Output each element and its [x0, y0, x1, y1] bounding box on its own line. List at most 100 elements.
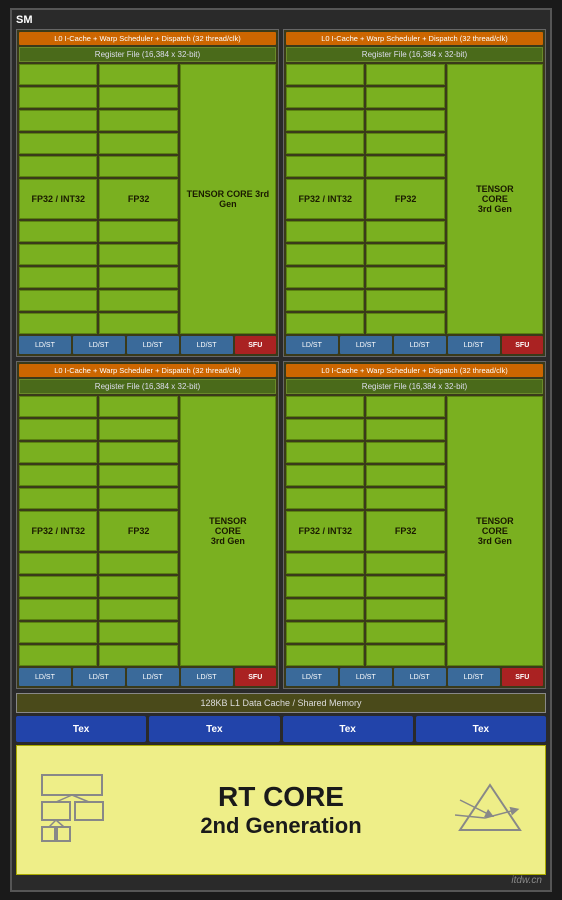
fp32-cell: [286, 156, 364, 177]
fp32-int32-col-1: FP32 / INT32: [19, 64, 97, 334]
fp32-label-4: FP32 / INT32: [286, 511, 364, 551]
ldst-cell-6: LD/ST: [340, 336, 392, 354]
fp32-label2-2: FP32: [366, 179, 444, 219]
fp32-cell: [366, 465, 444, 486]
fp32-label2-1: FP32: [99, 179, 177, 219]
fp32-cell: [286, 110, 364, 131]
fp32-cell: [286, 645, 364, 666]
ldst-cell-13: LD/ST: [286, 668, 338, 686]
tex-row: Tex Tex Tex Tex: [16, 716, 546, 742]
fp32-cell: [286, 442, 364, 463]
fp32-cell: [366, 645, 444, 666]
fp32-cell: [366, 221, 444, 242]
fp32-cell: [286, 576, 364, 597]
fp32-cell: [366, 419, 444, 440]
ldst-sfu-row-1: LD/ST LD/ST LD/ST LD/ST SFU: [19, 336, 276, 354]
fp32-cell: [19, 290, 97, 311]
fp32-cell: [99, 576, 177, 597]
tex-unit-3[interactable]: Tex: [283, 716, 413, 742]
fp32-cell: [99, 488, 177, 509]
fp32-cell: [286, 599, 364, 620]
fp32-cell: [19, 313, 97, 334]
fp32-cell: [99, 599, 177, 620]
ldst-cell-15: LD/ST: [394, 668, 446, 686]
tensor-core-4: TENSOR CORE 3rd Gen: [447, 396, 543, 666]
ldst-cell-8: LD/ST: [448, 336, 500, 354]
tensor-core-3: TENSOR CORE 3rd Gen: [180, 396, 276, 666]
fp32-cell: [99, 156, 177, 177]
fp32-cell: [99, 419, 177, 440]
fp32-cell: [286, 313, 364, 334]
watermark: itdw.cn: [511, 875, 542, 886]
tex-unit-4[interactable]: Tex: [416, 716, 546, 742]
tensor-core-1: TENSOR CORE 3rd Gen: [180, 64, 276, 334]
tex-unit-2[interactable]: Tex: [149, 716, 279, 742]
fp32-cell: [99, 244, 177, 265]
processor-block-4: L0 I-Cache + Warp Scheduler + Dispatch (…: [283, 361, 546, 689]
fp32-cell: [19, 110, 97, 131]
fp32-cell: [99, 645, 177, 666]
l0-cache-bar-3: L0 I-Cache + Warp Scheduler + Dispatch (…: [19, 364, 276, 377]
ldst-sfu-row-3: LD/ST LD/ST LD/ST LD/ST SFU: [19, 668, 276, 686]
tensor-core-label-4: TENSOR CORE 3rd Gen: [476, 516, 514, 546]
fp32-cell: [366, 576, 444, 597]
ldst-sfu-row-2: LD/ST LD/ST LD/ST LD/ST SFU: [286, 336, 543, 354]
fp32-cell: [19, 622, 97, 643]
fp32-cell: [19, 599, 97, 620]
ldst-cell-5: LD/ST: [286, 336, 338, 354]
fp32-label2-4: FP32: [366, 511, 444, 551]
fp32-cell: [286, 267, 364, 288]
sfu-cell-3: SFU: [235, 668, 277, 686]
fp32-cell: [99, 133, 177, 154]
sfu-cell-4: SFU: [502, 668, 544, 686]
fp32-label-3: FP32 / INT32: [19, 511, 97, 551]
fp32-cell: [286, 419, 364, 440]
sm-container: SM L0 I-Cache + Warp Scheduler + Dispatc…: [10, 8, 552, 892]
register-file-bar-3: Register File (16,384 x 32-bit): [19, 379, 276, 394]
fp32-cell: [19, 244, 97, 265]
fp32-cell: [99, 313, 177, 334]
ldst-cell-1: LD/ST: [19, 336, 71, 354]
rt-bvh-icon: [37, 770, 107, 850]
fp32-cell: [366, 599, 444, 620]
fp32-cell: [99, 87, 177, 108]
sm-label: SM: [16, 14, 546, 26]
tex-unit-1[interactable]: Tex: [16, 716, 146, 742]
tensor-core-label-1: TENSOR CORE 3rd Gen: [181, 189, 275, 209]
sfu-cell-1: SFU: [235, 336, 277, 354]
fp32-cell: [19, 553, 97, 574]
fp32-cell: [286, 488, 364, 509]
fp32-cell: [286, 87, 364, 108]
fp32-col-3: FP32: [99, 396, 177, 666]
fp32-label-1: FP32 / INT32: [19, 179, 97, 219]
register-file-bar-2: Register File (16,384 x 32-bit): [286, 47, 543, 62]
fp32-cell: [99, 221, 177, 242]
ldst-cell-10: LD/ST: [73, 668, 125, 686]
fp32-cell: [366, 553, 444, 574]
fp32-cell: [19, 87, 97, 108]
fp32-cell: [286, 290, 364, 311]
fp32-cell: [19, 396, 97, 417]
tensor-core-label-3: TENSOR CORE 3rd Gen: [209, 516, 247, 546]
fp32-cell: [19, 64, 97, 85]
fp32-cell: [19, 221, 97, 242]
tensor-core-2: TENSOR CORE 3rd Gen: [447, 64, 543, 334]
fp32-col-2: FP32: [366, 64, 444, 334]
fp32-cell: [19, 156, 97, 177]
fp32-int32-col-3: FP32 / INT32: [19, 396, 97, 666]
fp32-cell: [286, 465, 364, 486]
ldst-cell-12: LD/ST: [181, 668, 233, 686]
fp32-cell: [19, 488, 97, 509]
fp32-cell: [366, 110, 444, 131]
l0-cache-bar-2: L0 I-Cache + Warp Scheduler + Dispatch (…: [286, 32, 543, 45]
fp32-cell: [366, 622, 444, 643]
fp32-cell: [286, 221, 364, 242]
fp32-col-1: FP32: [99, 64, 177, 334]
fp32-cell: [366, 87, 444, 108]
rt-ray-icon: [455, 780, 525, 840]
rt-core-block: RT CORE 2nd Generation: [16, 745, 546, 875]
fp32-cell: [286, 396, 364, 417]
ldst-cell-4: LD/ST: [181, 336, 233, 354]
fp32-cell: [286, 622, 364, 643]
compute-units-2: FP32 / INT32 FP32: [286, 64, 543, 334]
